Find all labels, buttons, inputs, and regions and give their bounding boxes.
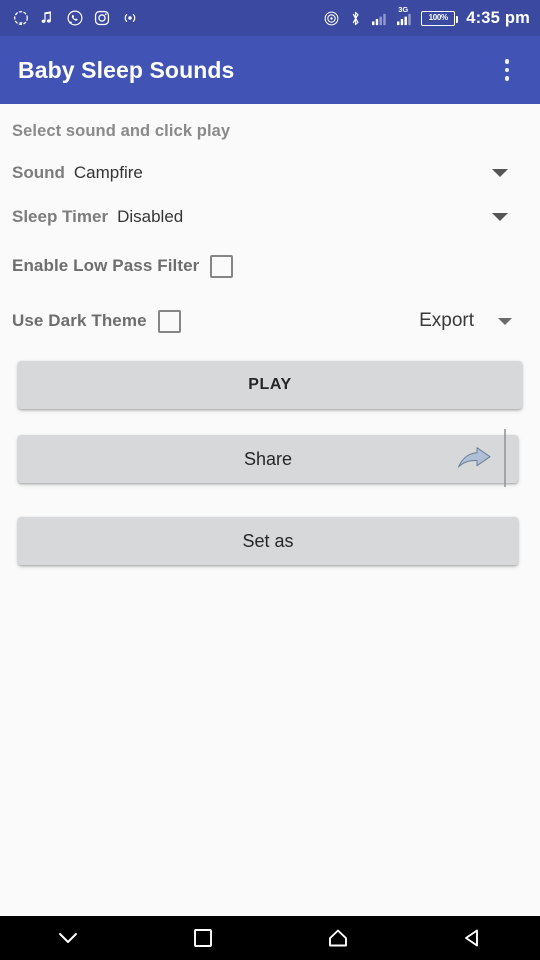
music-note-icon xyxy=(39,9,57,27)
chevron-down-icon[interactable] xyxy=(498,317,512,325)
share-button[interactable]: Share xyxy=(18,435,518,483)
signal-3g-icon: 3G xyxy=(396,5,413,26)
app-bar: Baby Sleep Sounds xyxy=(0,36,540,104)
signal-bars-icon xyxy=(371,11,388,26)
set-as-button-label: Set as xyxy=(242,530,294,551)
battery-level-label: 100% xyxy=(428,13,449,22)
overflow-dot xyxy=(504,59,510,64)
main-content: Select sound and click play Sound Campfi… xyxy=(0,104,540,916)
export-label: Export xyxy=(419,310,474,331)
broadcast-icon xyxy=(120,9,140,27)
instruction-label: Select sound and click play xyxy=(12,122,231,140)
sound-value: Campfire xyxy=(73,163,143,182)
home-icon[interactable] xyxy=(270,916,405,960)
hide-keyboard-chevron-down-icon[interactable] xyxy=(0,916,135,960)
sleep-timer-label: Sleep Timer xyxy=(12,207,109,226)
sleep-timer-value: Disabled xyxy=(117,207,184,226)
clock-label: 4:35 pm xyxy=(466,8,530,27)
battery-icon: 100% xyxy=(421,10,459,26)
low-pass-filter-row[interactable]: Enable Low Pass Filter xyxy=(0,244,540,288)
instagram-icon xyxy=(93,9,111,27)
hotspot-icon xyxy=(323,10,340,27)
status-bar: 3G 100% 4:35 pm xyxy=(0,0,540,36)
status-bar-notification-icons xyxy=(12,9,140,27)
navigation-bar xyxy=(0,916,540,960)
play-button[interactable]: PLAY xyxy=(18,361,522,409)
low-pass-filter-label: Enable Low Pass Filter xyxy=(12,256,200,275)
share-button-label: Share xyxy=(243,448,293,469)
sleep-timer-spinner[interactable]: Sleep Timer Disabled xyxy=(0,194,540,240)
bluetooth-icon xyxy=(348,10,363,27)
dark-theme-row[interactable]: Use Dark Theme Export xyxy=(0,299,540,343)
set-as-button[interactable]: Set as xyxy=(18,517,518,565)
play-button-label: PLAY xyxy=(248,376,292,393)
sound-label: Sound xyxy=(12,163,65,182)
chevron-down-icon[interactable] xyxy=(492,213,508,221)
chevron-down-icon[interactable] xyxy=(492,169,508,177)
export-spinner[interactable]: Export xyxy=(419,310,512,332)
status-bar-system-icons: 3G 100% 4:35 pm xyxy=(323,5,530,28)
back-triangle-icon[interactable] xyxy=(405,916,540,960)
share-arrow-icon xyxy=(456,445,492,474)
sound-spinner[interactable]: Sound Campfire xyxy=(0,150,540,196)
dark-theme-label: Use Dark Theme xyxy=(12,311,147,330)
sync-dotted-circle-icon xyxy=(12,9,30,27)
overflow-menu-icon[interactable] xyxy=(492,50,522,90)
recents-square-icon[interactable] xyxy=(135,916,270,960)
whatsapp-icon xyxy=(66,9,84,27)
scrollbar[interactable] xyxy=(504,429,506,487)
phone-screen: 3G 100% 4:35 pm Baby Sleep Sounds Select… xyxy=(0,0,540,960)
dark-theme-checkbox[interactable] xyxy=(157,309,181,333)
overflow-dot xyxy=(504,67,510,73)
signal-3g-label: 3G xyxy=(398,4,409,14)
overflow-dot xyxy=(504,76,510,81)
page-title: Baby Sleep Sounds xyxy=(18,56,235,83)
low-pass-filter-checkbox[interactable] xyxy=(210,254,234,278)
